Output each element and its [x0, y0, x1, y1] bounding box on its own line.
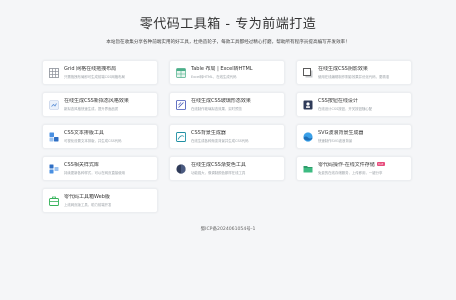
hot-badge: hot	[376, 161, 385, 166]
gradient-icon	[176, 163, 186, 174]
tool-card-css-library[interactable]: CSS相关样式库 持续更新各种样式，可以在网页直接使用	[42, 156, 158, 181]
tool-desc: 使用在线编辑制作阴影效果并优化代码，更精准	[318, 74, 390, 79]
icp-link[interactable]: 蜀ICP备2024061054号-1	[0, 226, 456, 232]
tool-desc: 可视化设置文本排版，并生成CSS代码	[64, 138, 122, 143]
tool-name: 零代码操作-在线文件存储 hot	[318, 161, 385, 169]
grid-icon	[49, 67, 59, 78]
tool-card-css-gradient[interactable]: 在线生成CSS渐变色工具 功能强大，像调制颜色那样在线工具	[169, 156, 285, 181]
tool-name-text: 零代码操作-在线文件存储	[318, 161, 375, 168]
tool-desc: 在线制作玻璃拟态效果，实时预览	[191, 106, 242, 111]
library-icon	[49, 164, 59, 174]
button-icon	[303, 100, 313, 110]
shadow-icon	[303, 67, 313, 78]
tool-name: 在线生成CSS阴影效果	[318, 65, 368, 72]
neumorphism-icon	[49, 99, 59, 110]
tool-card-toolbox-web[interactable]: 零代码工具箱Web版 上线网页版工具，助力前端开发	[42, 188, 158, 213]
tool-desc: Excel转HTML，在线生成代码	[191, 74, 237, 79]
tool-desc: 快速制作SVG波浪背景	[318, 138, 353, 143]
tool-name: 在线生成CSS渐变色工具	[191, 161, 246, 168]
folder-icon	[303, 164, 313, 174]
tool-desc: 免费的在线存储服务，上传即用，一键分享	[318, 170, 383, 175]
wave-icon	[303, 131, 313, 142]
toolbox-icon	[49, 196, 59, 206]
tool-name: CSS相关样式库	[64, 161, 99, 168]
tool-card-glassmorphism[interactable]: 在线生成CSS玻璃形态效果 在线制作玻璃拟态效果，实时预览	[169, 92, 285, 117]
tool-name: CSS背景生成器	[191, 129, 226, 136]
tool-name: CSS文本排版工具	[64, 129, 104, 136]
tool-card-css-text[interactable]: CSS文本排版工具 可视化设置文本排版，并生成CSS代码	[42, 124, 158, 149]
tool-name: SVG波浪背景生成器	[318, 129, 364, 136]
tool-desc: 上线网页版工具，助力前端开发	[64, 202, 112, 207]
tool-card-svg-wave[interactable]: SVG波浪背景生成器 快速制作SVG波浪背景	[296, 124, 412, 149]
tool-desc: 在线设计CSS按钮，开关按钮随心配	[318, 106, 373, 111]
tool-card-neumorphism[interactable]: 在线生成CSS新拟态风格效果 新拟态风格快速生成，提升界面品质	[42, 92, 158, 117]
glass-icon	[176, 99, 186, 110]
tool-card-file-storage[interactable]: 零代码操作-在线文件存储 hot 免费的在线存储服务，上传即用，一键分享	[296, 156, 412, 181]
tool-card-css-button[interactable]: CSS按钮在线设计 在线设计CSS按钮，开关按钮随心配	[296, 92, 412, 117]
tool-name: Table 布局 | Excel转HTML	[191, 65, 253, 72]
tool-card-css-background[interactable]: CSS背景生成器 在线生成各种渐变背景并生成CSS代码	[169, 124, 285, 149]
tool-name: 零代码工具箱Web版	[64, 193, 110, 200]
table-icon	[176, 67, 186, 78]
background-icon	[176, 131, 186, 142]
tool-name: CSS按钮在线设计	[318, 97, 358, 104]
tool-name: 在线生成CSS新拟态风格效果	[64, 97, 129, 104]
tool-name: Grid 网格在线拖拽布局	[64, 65, 117, 72]
tool-desc: 持续更新各种样式，可以在网页直接使用	[64, 170, 126, 175]
tool-desc: 功能强大，像调制颜色那样在线工具	[191, 170, 246, 175]
text-icon	[49, 132, 59, 142]
tool-desc: 新拟态风格快速生成，提升界面品质	[64, 106, 119, 111]
tool-card-table-layout[interactable]: Table 布局 | Excel转HTML Excel转HTML，在线生成代码	[169, 60, 285, 85]
tool-name: 在线生成CSS玻璃形态效果	[191, 97, 251, 104]
tool-card-css-shadow[interactable]: 在线生成CSS阴影效果 使用在线编辑制作阴影效果并优化代码，更精准	[296, 60, 412, 85]
tool-desc: 在线生成各种渐变背景并生成CSS代码	[191, 138, 249, 143]
tool-desc: 只需拖拽布局即可生成前端CSS网格布局	[64, 74, 125, 79]
page-title: 零代码工具箱 - 专为前端打造	[139, 17, 317, 32]
tool-card-grid-layout[interactable]: Grid 网格在线拖拽布局 只需拖拽布局即可生成前端CSS网格布局	[42, 60, 158, 85]
page-subtitle: 本站旨在收集分享各种前端实用的好工具，杜绝造轮子，每款工具都经过精心打磨，帮助所…	[106, 40, 350, 45]
tool-grid: Grid 网格在线拖拽布局 只需拖拽布局即可生成前端CSS网格布局 Table …	[42, 60, 414, 213]
